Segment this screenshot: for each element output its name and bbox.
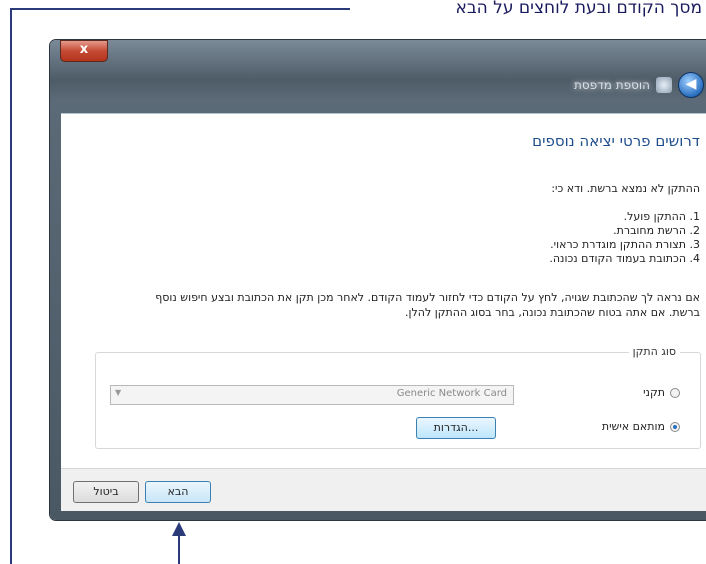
pointer-arrow-stem — [178, 534, 180, 564]
intro-text: ההתקן לא נמצא ברשת. ודא כי: — [551, 182, 700, 195]
device-type-group: סוג התקן תקני Generic Network Card ▼ מות… — [95, 345, 701, 449]
callout-line-left — [10, 8, 12, 564]
chevron-down-icon[interactable]: ▼ — [115, 388, 121, 397]
wizard-content: דרושים פרטי יציאה נוספים ההתקן לא נמצא ב… — [61, 113, 706, 468]
device-type-legend: סוג התקן — [628, 345, 680, 358]
checklist: 1. ההתקן פועל. 2. הרשת מחוברת. 3. תצורת … — [549, 210, 700, 266]
instructions-text: אם נראה לך שהכתובת שגויה, לחץ על הקודם כ… — [155, 291, 700, 319]
page-title: דרושים פרטי יציאה נוספים — [532, 132, 700, 150]
custom-radio[interactable] — [670, 421, 680, 432]
checklist-item: 1. ההתקן פועל. — [623, 210, 700, 223]
callout-caption: מסך הקודם ובעת לוחצים על הבא — [451, 0, 706, 20]
standard-radio[interactable] — [670, 387, 680, 398]
custom-label: מותאם אישית — [601, 420, 665, 433]
back-arrow-icon[interactable]: ◀ — [678, 72, 704, 98]
standard-label: תקני — [643, 386, 665, 399]
device-type-value: Generic Network Card — [396, 388, 507, 399]
checklist-item: 3. תצורת ההתקן מוגדרת כראוי. — [550, 238, 700, 251]
callout-line-top — [10, 8, 350, 10]
wizard-footer: הבא ביטול — [61, 468, 706, 511]
close-button[interactable]: x — [60, 40, 108, 62]
add-printer-window: x הוספת מדפסת ◀ דרושים פרטי יציאה נוספים… — [50, 40, 706, 520]
custom-option[interactable]: מותאם אישית — [602, 420, 680, 433]
settings-button[interactable]: הגדרות... — [416, 417, 496, 439]
checklist-item: 4. הכתובת בעמוד הקודם נכונה. — [549, 252, 700, 265]
printer-icon — [656, 77, 672, 93]
device-type-select[interactable]: Generic Network Card ▼ — [110, 385, 514, 405]
next-button[interactable]: הבא — [145, 481, 211, 503]
checklist-item: 2. הרשת מחוברת. — [613, 224, 700, 237]
title-bar: הוספת מדפסת ◀ — [574, 72, 704, 98]
window-title: הוספת מדפסת — [574, 78, 650, 92]
cancel-button[interactable]: ביטול — [73, 481, 139, 503]
standard-option[interactable]: תקני — [643, 386, 680, 399]
